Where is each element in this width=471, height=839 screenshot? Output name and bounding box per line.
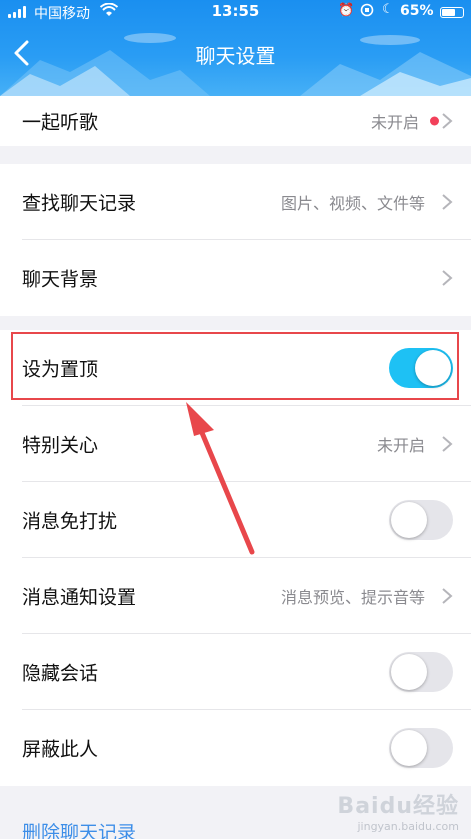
nav-header: 中国移动 13:55 ⏰ ☾ 65% 聊天设置: [0, 0, 471, 96]
annotation-highlight-box: [11, 332, 459, 400]
setting-label: 查找聊天记录: [22, 192, 137, 215]
moon-icon: ☾: [382, 2, 394, 17]
setting-row-special-care[interactable]: 特别关心 未开启: [0, 406, 471, 482]
rotation-lock-icon: [360, 3, 374, 21]
watermark-brand: Baidu经验: [337, 794, 459, 819]
setting-value: 未开启: [376, 436, 425, 455]
setting-label: 隐藏会话: [22, 662, 99, 685]
delete-history-button[interactable]: 删除聊天记录: [22, 818, 136, 839]
setting-row-do-not-disturb[interactable]: 消息免打扰: [0, 482, 471, 558]
toggle-knob: [391, 730, 427, 766]
setting-row-chat-background[interactable]: 聊天背景: [0, 240, 471, 316]
watermark: Baidu经验 jingyan.baidu.com: [337, 788, 459, 833]
watermark-url: jingyan.baidu.com: [357, 820, 459, 833]
setting-row-hide-session[interactable]: 隐藏会话: [0, 634, 471, 710]
page-title: 聊天设置: [195, 44, 276, 68]
alarm-icon: ⏰: [338, 3, 355, 18]
setting-row-find-history[interactable]: 查找聊天记录 图片、视频、文件等: [0, 164, 471, 240]
status-bar: 中国移动 13:55 ⏰ ☾ 65%: [0, 0, 471, 24]
battery-icon: [440, 7, 464, 18]
battery-percent: 65%: [400, 3, 434, 19]
setting-label: 特别关心: [22, 434, 99, 457]
chevron-right-icon: [442, 588, 453, 604]
setting-row-notification-settings[interactable]: 消息通知设置 消息预览、提示音等: [0, 558, 471, 634]
chevron-right-icon: [442, 194, 453, 210]
setting-value: 未开启: [370, 113, 419, 132]
setting-label: 聊天背景: [22, 268, 99, 291]
chevron-right-icon: [442, 270, 453, 286]
setting-label: 消息通知设置: [22, 586, 137, 609]
setting-row-block-user[interactable]: 屏蔽此人: [0, 710, 471, 786]
setting-label: 屏蔽此人: [22, 738, 99, 761]
setting-label: 消息免打扰: [22, 510, 118, 533]
toggle-knob: [391, 502, 427, 538]
setting-value: 图片、视频、文件等: [280, 194, 425, 213]
hide-session-toggle[interactable]: [389, 652, 453, 692]
unread-dot-icon: [430, 116, 439, 126]
chevron-right-icon: [442, 436, 453, 452]
setting-row-listen-together[interactable]: 一起听歌 未开启: [0, 96, 471, 146]
toggle-knob: [391, 654, 427, 690]
setting-value: 消息预览、提示音等: [280, 588, 425, 607]
block-user-toggle[interactable]: [389, 728, 453, 768]
do-not-disturb-toggle[interactable]: [389, 500, 453, 540]
setting-label: 一起听歌: [22, 111, 99, 134]
chevron-right-icon: [442, 113, 453, 129]
